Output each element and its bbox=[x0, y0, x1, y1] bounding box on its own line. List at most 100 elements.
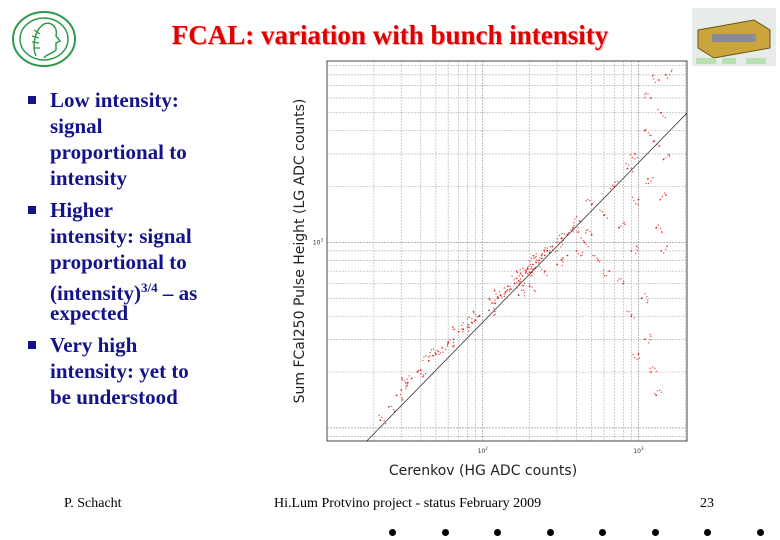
y-tick-label: 103 bbox=[313, 237, 324, 246]
data-point bbox=[493, 307, 495, 309]
data-point bbox=[652, 75, 654, 77]
data-point bbox=[532, 263, 534, 266]
data-point bbox=[526, 268, 528, 271]
data-point bbox=[549, 246, 552, 248]
data-point bbox=[590, 233, 593, 236]
data-point bbox=[453, 328, 456, 330]
data-point bbox=[432, 354, 434, 357]
data-point bbox=[494, 290, 496, 292]
data-point bbox=[432, 348, 435, 350]
data-point bbox=[596, 257, 598, 259]
data-point bbox=[471, 322, 474, 324]
footer-center: Hi.Lum Protvino project - status Februar… bbox=[274, 496, 542, 511]
data-point bbox=[618, 226, 620, 229]
data-point bbox=[601, 210, 603, 213]
data-point bbox=[488, 298, 490, 300]
footer-dot bbox=[389, 529, 396, 536]
data-point bbox=[381, 416, 383, 419]
data-point bbox=[541, 252, 544, 255]
footer-dot bbox=[704, 529, 711, 536]
data-point bbox=[430, 349, 433, 351]
footer-dot bbox=[599, 529, 606, 536]
data-point bbox=[647, 177, 649, 180]
data-point bbox=[566, 254, 569, 257]
data-point bbox=[577, 231, 580, 234]
data-point bbox=[461, 328, 463, 330]
data-point bbox=[560, 237, 563, 240]
data-point bbox=[614, 181, 616, 184]
data-point bbox=[421, 375, 424, 378]
data-point bbox=[592, 254, 594, 257]
data-point bbox=[561, 257, 563, 259]
points bbox=[378, 69, 673, 425]
data-point bbox=[629, 154, 632, 156]
data-point bbox=[522, 267, 524, 270]
data-point bbox=[587, 229, 589, 231]
data-point bbox=[491, 302, 493, 304]
data-point bbox=[462, 322, 464, 324]
data-point bbox=[425, 355, 427, 357]
data-point bbox=[585, 229, 587, 232]
data-point bbox=[574, 218, 576, 220]
data-point bbox=[611, 184, 614, 186]
data-point bbox=[664, 116, 667, 119]
data-point bbox=[586, 198, 589, 201]
data-point bbox=[638, 357, 641, 359]
data-point bbox=[446, 345, 449, 347]
data-point bbox=[476, 315, 479, 318]
data-point bbox=[632, 170, 634, 173]
data-point bbox=[513, 279, 515, 281]
fit-line bbox=[366, 112, 688, 442]
data-point bbox=[562, 261, 564, 263]
data-point bbox=[636, 246, 638, 248]
data-point bbox=[529, 260, 531, 262]
data-point bbox=[466, 323, 469, 326]
data-point bbox=[581, 254, 583, 256]
data-point bbox=[572, 231, 575, 233]
data-point bbox=[519, 272, 522, 275]
data-point bbox=[558, 234, 561, 237]
data-point bbox=[515, 270, 518, 272]
data-point bbox=[439, 352, 442, 354]
data-point bbox=[637, 353, 640, 355]
exponent: 3/4 bbox=[141, 280, 158, 295]
y-axis-label: Sum FCal250 Pulse Height (LG ADC counts) bbox=[292, 99, 308, 404]
data-point bbox=[616, 180, 619, 183]
data-point bbox=[584, 232, 587, 234]
data-point bbox=[471, 317, 473, 320]
bullet-marker bbox=[28, 206, 36, 214]
data-point bbox=[657, 108, 659, 111]
data-point bbox=[401, 377, 404, 379]
data-point bbox=[645, 92, 647, 94]
data-point bbox=[636, 358, 638, 360]
scatter-plot: 102 103 103 Cerenkov (HG ADC counts) Sum F… bbox=[292, 60, 688, 479]
data-point bbox=[453, 344, 455, 347]
data-point bbox=[637, 198, 640, 201]
bullet-1-line-1: Low intensity: bbox=[50, 88, 179, 112]
data-point bbox=[543, 249, 545, 251]
data-point bbox=[649, 371, 652, 373]
data-point bbox=[655, 226, 658, 229]
data-point bbox=[429, 351, 431, 354]
bullet-2-line-1: Higher bbox=[50, 198, 113, 222]
data-point bbox=[602, 272, 605, 275]
data-point bbox=[628, 311, 630, 313]
x-tick-label: 102 bbox=[478, 446, 489, 455]
data-point bbox=[494, 310, 496, 313]
bullet-1-line-4: intensity bbox=[50, 166, 128, 190]
data-point bbox=[599, 209, 601, 211]
data-point bbox=[400, 389, 403, 391]
data-point bbox=[649, 339, 652, 341]
data-point bbox=[468, 316, 470, 319]
data-point bbox=[589, 231, 591, 233]
data-point bbox=[462, 330, 464, 333]
data-point bbox=[523, 295, 526, 297]
data-point bbox=[447, 342, 449, 344]
data-point bbox=[475, 314, 477, 316]
data-point bbox=[531, 286, 533, 289]
data-point bbox=[519, 268, 521, 271]
data-point bbox=[488, 309, 491, 312]
data-point bbox=[623, 222, 626, 224]
data-point bbox=[620, 225, 622, 227]
data-point bbox=[530, 257, 532, 259]
